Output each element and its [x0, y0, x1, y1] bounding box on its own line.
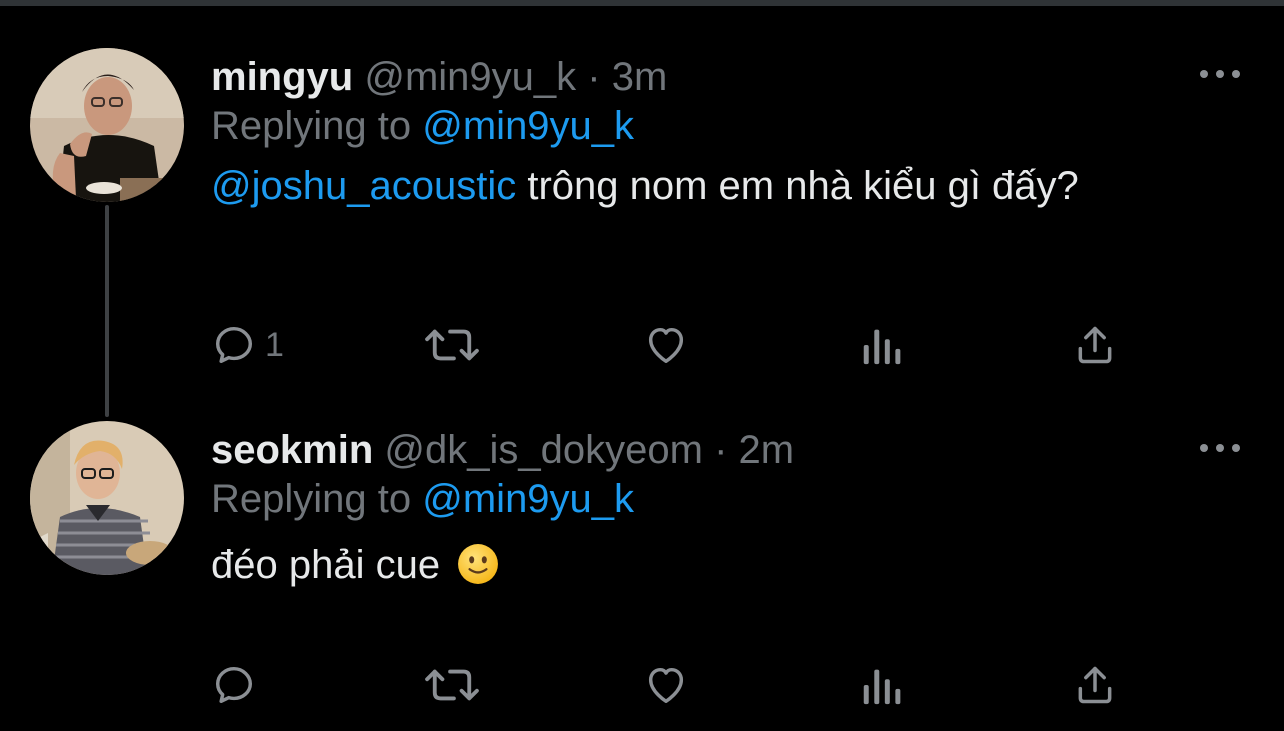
analytics-icon [863, 329, 901, 365]
replying-to-mention[interactable]: @min9yu_k [422, 477, 634, 521]
tweet-header: mingyu @min9yu_k · 3m [211, 53, 1224, 101]
retweet-icon [425, 329, 479, 361]
share-icon [1078, 666, 1112, 704]
separator-dot: · [714, 428, 728, 472]
user-handle[interactable]: @min9yu_k [364, 55, 576, 99]
replying-to-mention[interactable]: @min9yu_k [422, 104, 634, 148]
analytics-button[interactable] [859, 320, 903, 370]
reply-count: 1 [265, 325, 284, 364]
retweet-button[interactable] [423, 660, 481, 710]
avatar[interactable] [30, 48, 184, 202]
analytics-icon [863, 669, 901, 705]
tweet-text: @joshu_acoustic trông nom em nhà kiểu gì… [211, 159, 1171, 214]
timestamp[interactable]: 3m [612, 55, 668, 99]
tweet-text: đéo phải cue [211, 538, 1224, 593]
reply-icon [215, 326, 253, 364]
share-icon [1078, 326, 1112, 364]
reply-icon [215, 666, 253, 704]
like-icon [648, 667, 684, 704]
like-button[interactable] [641, 320, 691, 370]
like-button[interactable] [641, 660, 691, 710]
display-name[interactable]: mingyu [211, 55, 353, 99]
body-mention[interactable]: @joshu_acoustic [211, 164, 516, 208]
body-text: đéo phải cue [211, 543, 441, 587]
share-button[interactable] [1073, 660, 1117, 710]
tweet-header: seokmin @dk_is_dokyeom · 2m [211, 426, 1224, 474]
reply-button[interactable] [211, 660, 265, 710]
user-handle[interactable]: @dk_is_dokyeom [384, 428, 703, 472]
replying-to-line: Replying to @min9yu_k [211, 101, 1224, 151]
top-divider [0, 0, 1284, 6]
retweet-icon [425, 669, 479, 701]
display-name[interactable]: seokmin [211, 428, 373, 472]
replying-to-line: Replying to @min9yu_k [211, 474, 1224, 524]
tweet-actions: 1 [211, 320, 1131, 370]
analytics-button[interactable] [859, 660, 903, 710]
body-text: trông nom em nhà kiểu gì đấy? [516, 164, 1079, 208]
replying-to-label: Replying to [211, 104, 412, 148]
thread-connector-line [105, 205, 109, 417]
separator-dot: · [587, 55, 601, 99]
share-button[interactable] [1073, 320, 1117, 370]
like-icon [648, 327, 684, 364]
slightly-smiling-face-icon [458, 544, 499, 584]
tweet-actions [211, 660, 1131, 710]
replying-to-label: Replying to [211, 477, 412, 521]
timestamp[interactable]: 2m [739, 428, 795, 472]
avatar[interactable] [30, 421, 184, 575]
retweet-button[interactable] [423, 320, 481, 370]
reply-button[interactable]: 1 [211, 320, 284, 370]
